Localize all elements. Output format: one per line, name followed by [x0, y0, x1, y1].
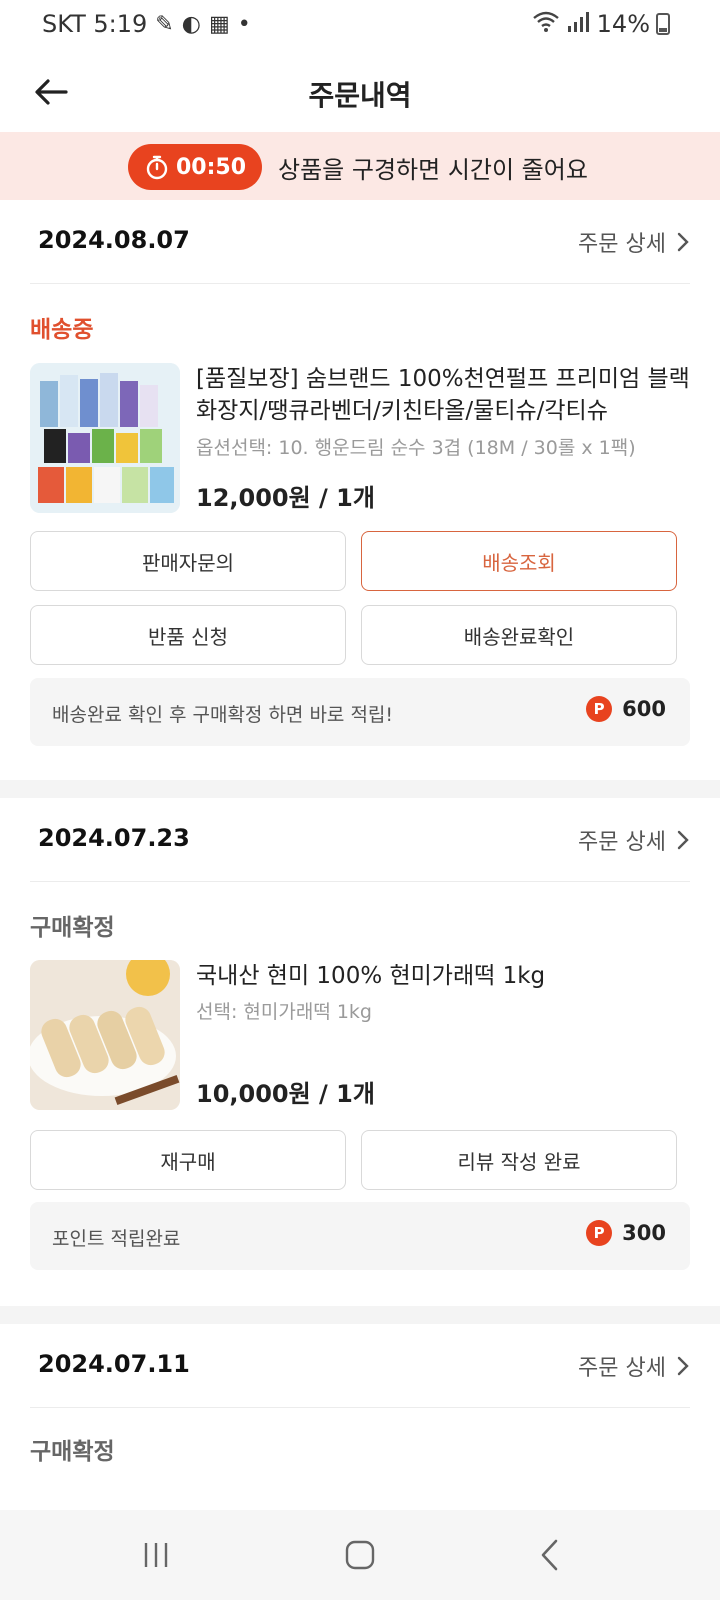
- app-icon: ▦: [208, 11, 230, 37]
- order-detail-link[interactable]: 주문 상세: [578, 824, 690, 856]
- status-left: SKT 5:19 ✎ ◐ ▦ •: [42, 10, 251, 38]
- recent-apps-button[interactable]: [126, 1530, 186, 1580]
- status-right: 14%: [532, 10, 670, 38]
- timer-message: 상품을 구경하면 시간이 줄어요: [278, 156, 588, 184]
- order-header: 2024.08.07 주문 상세: [30, 200, 690, 284]
- chevron-right-icon: [677, 1356, 689, 1376]
- signal-icon: [567, 10, 589, 38]
- product-image[interactable]: [30, 363, 180, 513]
- seller-inquiry-button[interactable]: 판매자문의: [30, 531, 346, 591]
- chevron-right-icon: [677, 232, 689, 252]
- home-icon: [345, 1540, 375, 1570]
- section-divider: [0, 780, 720, 798]
- product-name[interactable]: 국내산 현미 100% 현미가래떡 1kg: [196, 960, 696, 992]
- battery-icon: [656, 13, 670, 35]
- more-dot-icon: •: [237, 11, 251, 37]
- order-detail-link[interactable]: 주문 상세: [578, 1350, 690, 1382]
- home-button[interactable]: [330, 1530, 390, 1580]
- battery-percent: 14%: [596, 10, 650, 38]
- chevron-right-icon: [677, 830, 689, 850]
- repurchase-button[interactable]: 재구매: [30, 1130, 346, 1190]
- wifi-icon: [532, 10, 559, 38]
- order-status: 구매확정: [30, 915, 115, 941]
- order-date: 2024.07.11: [38, 1350, 190, 1378]
- nav-back-button[interactable]: [520, 1530, 580, 1580]
- product-price: 10,000원 / 1개: [196, 1080, 375, 1108]
- order-card: 2024.08.07 주문 상세 배송중 [품질보장] 숨브랜드 100%천연펄…: [0, 200, 720, 780]
- order-detail-label: 주문 상세: [578, 232, 666, 257]
- timer-banner[interactable]: 00:50 상품을 구경하면 시간이 줄어요: [0, 132, 720, 200]
- pill-icon: ◐: [181, 11, 201, 37]
- product-name[interactable]: [품질보장] 숨브랜드 100%천연펄프 프리미엄 블랙화장지/땡큐라벤더/키친…: [196, 363, 696, 427]
- order-detail-label: 주문 상세: [578, 1356, 666, 1381]
- point-info-text: 포인트 적립완료: [52, 1228, 181, 1250]
- confirm-delivery-button[interactable]: 배송완료확인: [361, 605, 677, 665]
- order-status: 구매확정: [30, 1439, 115, 1465]
- carrier-time: SKT 5:19: [42, 10, 148, 38]
- notification-icon: ✎: [155, 11, 174, 37]
- order-date: 2024.07.23: [38, 824, 190, 852]
- order-header: 2024.07.11 주문 상세: [30, 1324, 690, 1408]
- point-amount: 300: [622, 1221, 666, 1245]
- order-card: 2024.07.11 주문 상세 구매확정: [0, 1324, 720, 1510]
- order-status: 배송중: [30, 317, 94, 343]
- product-price: 12,000원 / 1개: [196, 484, 375, 512]
- point-info-box: 포인트 적립완료 P 300: [30, 1202, 690, 1270]
- point-icon: P: [586, 1220, 613, 1246]
- page-title: 주문내역: [308, 79, 412, 112]
- recent-apps-icon: [144, 1543, 168, 1567]
- status-bar: SKT 5:19 ✎ ◐ ▦ • 14%: [0, 0, 720, 52]
- order-date: 2024.08.07: [38, 226, 190, 254]
- stopwatch-icon: [146, 155, 168, 180]
- return-request-button[interactable]: 반품 신청: [30, 605, 346, 665]
- order-detail-label: 주문 상세: [578, 830, 666, 855]
- product-option: 옵션선택: 10. 행운드림 순수 3겹 (18M / 30롤 x 1팩): [196, 437, 636, 459]
- point-value: P 600: [586, 696, 666, 722]
- timer-value: 00:50: [175, 154, 247, 180]
- product-option: 선택: 현미가래떡 1kg: [196, 1001, 372, 1023]
- point-info-box: 배송완료 확인 후 구매확정 하면 바로 적립! P 600: [30, 678, 690, 746]
- chevron-left-icon: [541, 1539, 558, 1571]
- product-image[interactable]: [30, 960, 180, 1110]
- review-complete-button[interactable]: 리뷰 작성 완료: [361, 1130, 677, 1190]
- app-header: 주문내역: [0, 52, 720, 132]
- point-amount: 600: [622, 697, 666, 721]
- track-delivery-button[interactable]: 배송조회: [361, 531, 677, 591]
- order-detail-link[interactable]: 주문 상세: [578, 226, 690, 258]
- order-card: 2024.07.23 주문 상세 구매확정 국내산 현미 100% 현미가래떡 …: [0, 798, 720, 1308]
- section-divider: [0, 1306, 720, 1324]
- point-value: P 300: [586, 1220, 666, 1246]
- system-nav-bar: [0, 1510, 720, 1600]
- point-icon: P: [586, 696, 613, 722]
- timer-pill: 00:50: [128, 144, 262, 190]
- point-info-text: 배송완료 확인 후 구매확정 하면 바로 적립!: [52, 704, 394, 726]
- order-header: 2024.07.23 주문 상세: [30, 798, 690, 882]
